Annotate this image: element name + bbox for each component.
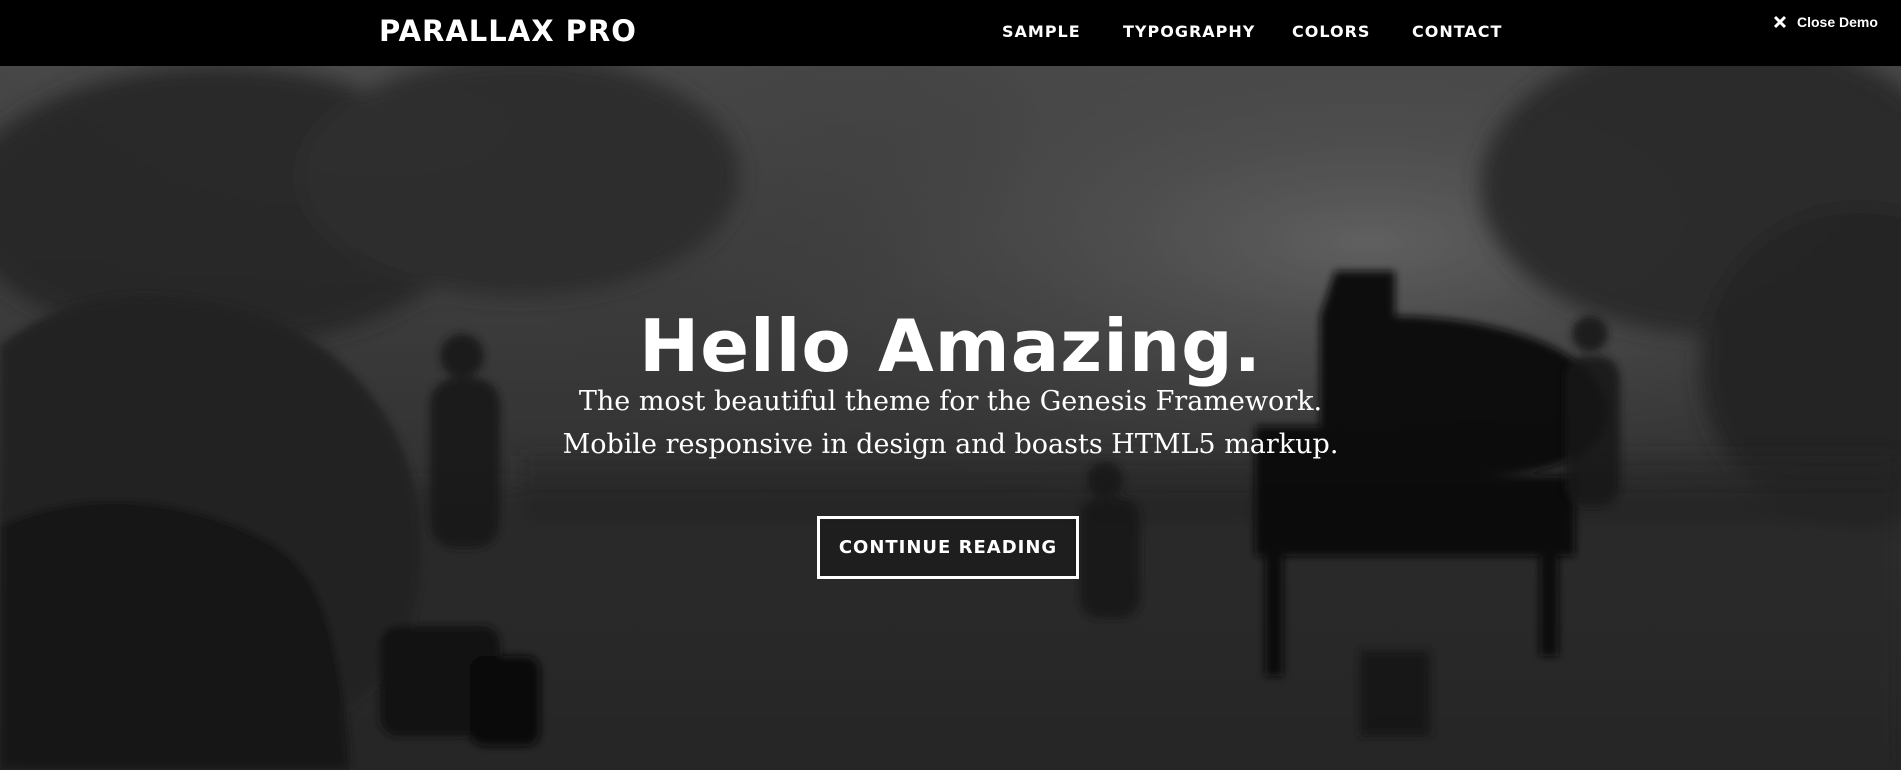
close-demo-label: Close Demo [1797, 14, 1878, 30]
site-title-link[interactable]: PARALLAX PRO [379, 14, 637, 48]
close-demo-button[interactable]: Close Demo [1773, 10, 1901, 34]
page: PARALLAX PRO SAMPLE TYPOGRAPHY COLORS CO… [0, 0, 1901, 772]
nav-item-typography[interactable]: TYPOGRAPHY [1123, 22, 1292, 41]
hero-text-line1: The most beautiful theme for the Genesis… [578, 386, 1323, 417]
hero-description: The most beautiful theme for the Genesis… [0, 380, 1901, 466]
close-icon [1773, 15, 1787, 29]
hero-text-line2: Mobile responsive in design and boasts H… [562, 429, 1339, 460]
continue-reading-button[interactable]: CONTINUE READING [817, 516, 1079, 579]
nav-item-colors[interactable]: COLORS [1292, 22, 1412, 41]
nav-item-contact[interactable]: CONTACT [1412, 22, 1512, 41]
hero-section: Hello Amazing. The most beautiful theme … [0, 66, 1901, 770]
site-header: PARALLAX PRO SAMPLE TYPOGRAPHY COLORS CO… [0, 0, 1901, 66]
hero-title: Hello Amazing. [638, 304, 1263, 389]
nav-item-sample[interactable]: SAMPLE [1002, 22, 1123, 41]
primary-nav: SAMPLE TYPOGRAPHY COLORS CONTACT [1002, 22, 1512, 41]
